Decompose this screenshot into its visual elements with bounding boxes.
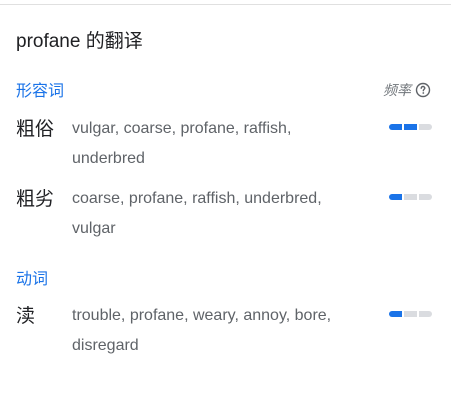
list-item[interactable]: 粗劣 coarse, profane, raffish, underbred, … — [16, 188, 436, 248]
frequency-segment — [404, 124, 417, 130]
pos-label-adjective: 形容词 — [16, 83, 65, 100]
frequency-segment — [389, 194, 402, 200]
help-circle-icon[interactable] — [415, 82, 431, 98]
entry-translations: trouble, profane, weary, annoy, bore, di… — [72, 307, 332, 354]
frequency-segment — [419, 311, 432, 317]
entry-word[interactable]: 渎 — [16, 305, 35, 329]
frequency-header[interactable]: 频率 — [383, 80, 431, 100]
entry-translations: coarse, profane, raffish, underbred, vul… — [72, 190, 322, 237]
list-item[interactable]: 渎 trouble, profane, weary, annoy, bore, … — [16, 305, 436, 365]
frequency-bar — [389, 311, 432, 317]
entry-translations: vulgar, coarse, profane, raffish, underb… — [72, 120, 292, 167]
entry-word[interactable]: 粗劣 — [16, 188, 54, 212]
list-item[interactable]: 粗俗 vulgar, coarse, profane, raffish, und… — [16, 118, 436, 178]
frequency-segment — [404, 194, 417, 200]
frequency-segment — [419, 124, 432, 130]
frequency-label: 频率 — [383, 82, 411, 98]
pos-label-verb: 动词 — [16, 271, 49, 288]
frequency-segment — [404, 311, 417, 317]
page-title: profane 的翻译 — [16, 31, 143, 52]
top-divider — [0, 4, 451, 5]
frequency-bar — [389, 194, 432, 200]
frequency-segment — [419, 194, 432, 200]
frequency-segment — [389, 124, 402, 130]
entry-word[interactable]: 粗俗 — [16, 118, 54, 142]
frequency-bar — [389, 124, 432, 130]
frequency-segment — [389, 311, 402, 317]
